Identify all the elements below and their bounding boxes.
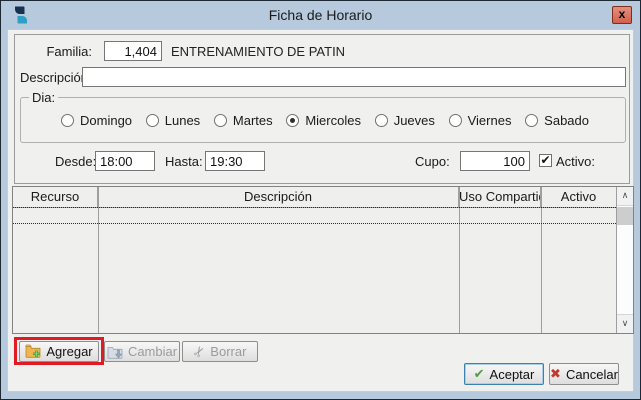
empty-selected-row[interactable] <box>13 207 616 224</box>
radio-label: Lunes <box>165 113 200 128</box>
familia-row: Familia: ENTRENAMIENTO DE PATIN <box>15 41 629 61</box>
dia-radio-group: Domingo Lunes Martes Miercoles <box>61 113 589 128</box>
table-vertical-scrollbar[interactable]: ∧ ∨ <box>616 187 633 333</box>
cambiar-button[interactable]: Cambiar <box>104 341 180 362</box>
radio-circle-icon <box>375 114 388 127</box>
recursos-table: Recurso Descripción Uso Compartido Activ… <box>12 186 634 334</box>
change-folder-icon <box>107 345 123 359</box>
cupo-label: Cupo: <box>415 154 450 169</box>
radio-domingo[interactable]: Domingo <box>61 113 132 128</box>
column-header-descripcion[interactable]: Descripción <box>98 187 459 207</box>
accept-check-icon: ✔ <box>474 368 485 381</box>
radio-jueves[interactable]: Jueves <box>375 113 435 128</box>
dialog-window: Ficha de Horario x Familia: ENTRENAMIENT… <box>0 0 641 400</box>
radio-martes[interactable]: Martes <box>214 113 273 128</box>
column-header-recurso[interactable]: Recurso <box>13 187 98 207</box>
scroll-down-icon[interactable]: ∨ <box>617 314 633 333</box>
cupo-input[interactable] <box>460 151 530 171</box>
agregar-button[interactable]: Agregar <box>19 341 99 362</box>
radio-miercoles[interactable]: Miercoles <box>286 113 361 128</box>
cancelar-button[interactable]: ✖ Cancelar <box>549 363 619 385</box>
borrar-label: Borrar <box>210 344 246 359</box>
radio-circle-icon <box>286 114 299 127</box>
scroll-up-icon[interactable]: ∧ <box>617 187 633 206</box>
cancel-x-icon: ✖ <box>550 368 561 381</box>
cambiar-label: Cambiar <box>128 344 177 359</box>
activo-checkbox[interactable]: ✔ <box>539 154 552 167</box>
scissors-icon: ✂ <box>190 343 208 360</box>
cancelar-label: Cancelar <box>566 367 618 382</box>
aceptar-label: Aceptar <box>490 367 535 382</box>
activo-label: Activo: <box>556 154 595 169</box>
table-header-row: Recurso Descripción Uso Compartido Activ… <box>13 187 616 208</box>
borrar-button[interactable]: ✂ Borrar <box>182 341 258 362</box>
form-panel: Familia: ENTRENAMIENTO DE PATIN Descripc… <box>14 34 630 184</box>
descripcion-row: Descripción: <box>15 67 629 87</box>
close-icon: x <box>619 7 626 21</box>
radio-label: Sabado <box>544 113 589 128</box>
dia-groupbox: Dia: Domingo Lunes Martes <box>20 97 626 143</box>
scrollbar-thumb[interactable] <box>617 207 633 225</box>
column-header-uso-compartido[interactable]: Uso Compartido <box>459 187 541 207</box>
radio-label: Domingo <box>80 113 132 128</box>
desde-label: Desde: <box>55 154 96 169</box>
descripcion-label: Descripción: <box>20 70 92 85</box>
radio-label: Miercoles <box>305 113 361 128</box>
horario-row: Desde: Hasta: Cupo: ✔ Activo: <box>15 150 629 172</box>
familia-label: Familia: <box>35 44 92 59</box>
descripcion-input[interactable] <box>82 67 626 87</box>
radio-circle-icon <box>214 114 227 127</box>
hasta-input[interactable] <box>205 151 265 171</box>
radio-circle-icon <box>525 114 538 127</box>
titlebar[interactable]: Ficha de Horario x <box>1 1 640 29</box>
radio-label: Viernes <box>468 113 512 128</box>
radio-circle-icon <box>146 114 159 127</box>
radio-viernes[interactable]: Viernes <box>449 113 512 128</box>
aceptar-button[interactable]: ✔ Aceptar <box>464 363 544 385</box>
dialog-client-area: Familia: ENTRENAMIENTO DE PATIN Descripc… <box>7 29 634 392</box>
window-title: Ficha de Horario <box>1 7 640 23</box>
dia-groupbox-label: Dia: <box>29 90 58 105</box>
annotation-highlight-box: Agregar <box>14 337 104 365</box>
checkmark-icon: ✔ <box>540 153 550 167</box>
radio-lunes[interactable]: Lunes <box>146 113 200 128</box>
radio-circle-icon <box>449 114 462 127</box>
column-header-activo[interactable]: Activo <box>541 187 616 207</box>
desde-input[interactable] <box>95 151 155 171</box>
familia-input[interactable] <box>104 41 162 61</box>
hasta-label: Hasta: <box>165 154 203 169</box>
radio-circle-icon <box>61 114 74 127</box>
radio-sabado[interactable]: Sabado <box>525 113 589 128</box>
radio-label: Jueves <box>394 113 435 128</box>
familia-description-text: ENTRENAMIENTO DE PATIN <box>171 44 345 59</box>
radio-label: Martes <box>233 113 273 128</box>
agregar-label: Agregar <box>46 344 92 359</box>
add-folder-icon <box>25 344 41 358</box>
close-button[interactable]: x <box>612 6 632 24</box>
